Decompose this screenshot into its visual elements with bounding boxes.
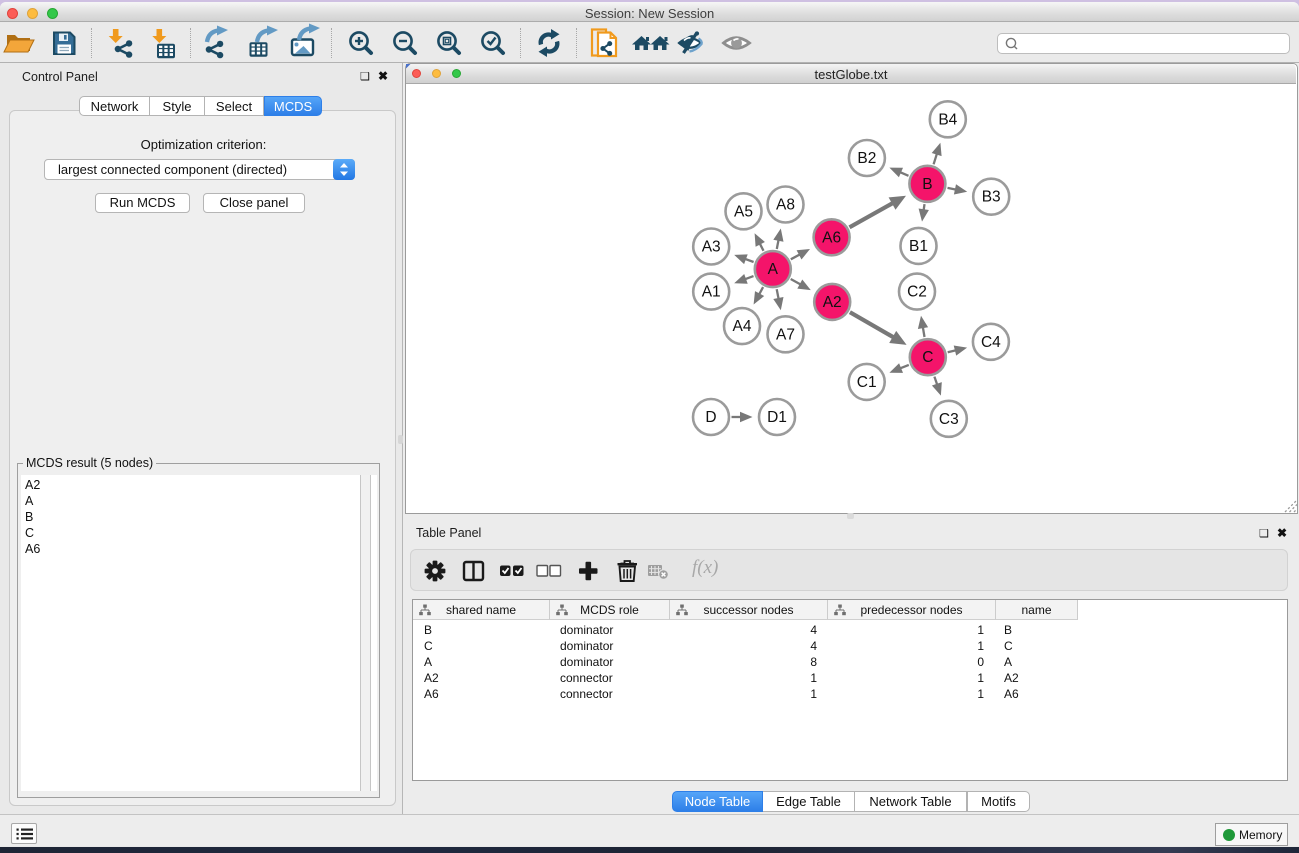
svg-text:B2: B2: [857, 150, 876, 167]
svg-text:A: A: [768, 261, 779, 278]
svg-text:C4: C4: [981, 334, 1001, 351]
svg-text:B1: B1: [909, 238, 928, 255]
svg-text:A4: A4: [733, 318, 752, 335]
svg-text:B4: B4: [938, 111, 957, 128]
svg-text:A8: A8: [776, 197, 795, 214]
svg-text:A7: A7: [776, 326, 795, 343]
svg-text:C2: C2: [907, 284, 927, 301]
svg-text:A3: A3: [702, 239, 721, 256]
svg-text:D: D: [705, 409, 716, 426]
svg-text:D1: D1: [767, 409, 787, 426]
svg-text:A6: A6: [822, 229, 841, 246]
svg-text:A5: A5: [734, 203, 753, 220]
svg-text:B3: B3: [982, 189, 1001, 206]
svg-text:A1: A1: [702, 284, 721, 301]
svg-text:C1: C1: [857, 374, 877, 391]
svg-text:A2: A2: [823, 294, 842, 311]
svg-text:C: C: [922, 349, 933, 366]
svg-text:B: B: [922, 176, 932, 193]
svg-text:C3: C3: [939, 411, 959, 428]
